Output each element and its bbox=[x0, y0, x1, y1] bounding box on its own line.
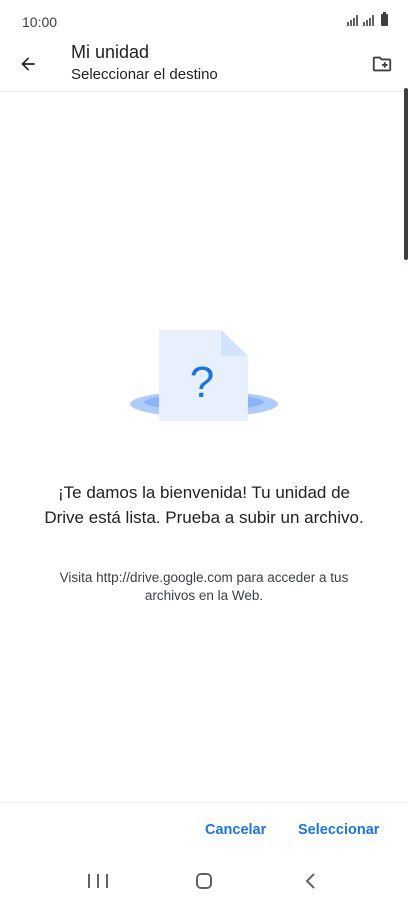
battery-icon bbox=[381, 12, 388, 26]
page-title: Mi unidad bbox=[71, 42, 150, 62]
question-document-icon: ? bbox=[130, 330, 278, 421]
app-bar: Mi unidad Seleccionar el destino bbox=[0, 40, 408, 92]
svg-text:?: ? bbox=[190, 358, 214, 407]
bottom-divider bbox=[0, 802, 408, 803]
status-icons bbox=[347, 12, 388, 26]
select-button[interactable]: Seleccionar bbox=[298, 822, 379, 838]
signal-icon bbox=[347, 15, 358, 26]
page-subtitle: Seleccionar el destino bbox=[71, 66, 218, 83]
scroll-indicator[interactable] bbox=[404, 88, 408, 260]
home-icon[interactable] bbox=[196, 873, 212, 889]
system-nav-bar bbox=[0, 856, 408, 906]
visit-web-message: Visita http://drive.google.com para acce… bbox=[59, 570, 349, 603]
signal-icon bbox=[363, 15, 374, 26]
back-button[interactable] bbox=[12, 48, 44, 80]
status-time: 10:00 bbox=[22, 14, 58, 30]
new-folder-icon bbox=[372, 56, 392, 72]
recent-apps-icon[interactable] bbox=[88, 874, 108, 890]
nav-back-icon[interactable] bbox=[302, 872, 320, 890]
back-arrow-icon bbox=[21, 57, 35, 71]
cancel-button[interactable]: Cancelar bbox=[205, 822, 266, 838]
new-folder-button[interactable] bbox=[366, 48, 398, 80]
welcome-message: ¡Te damos la bienvenida! Tu unidad de Dr… bbox=[44, 483, 364, 527]
status-bar: 10:00 bbox=[0, 0, 408, 40]
